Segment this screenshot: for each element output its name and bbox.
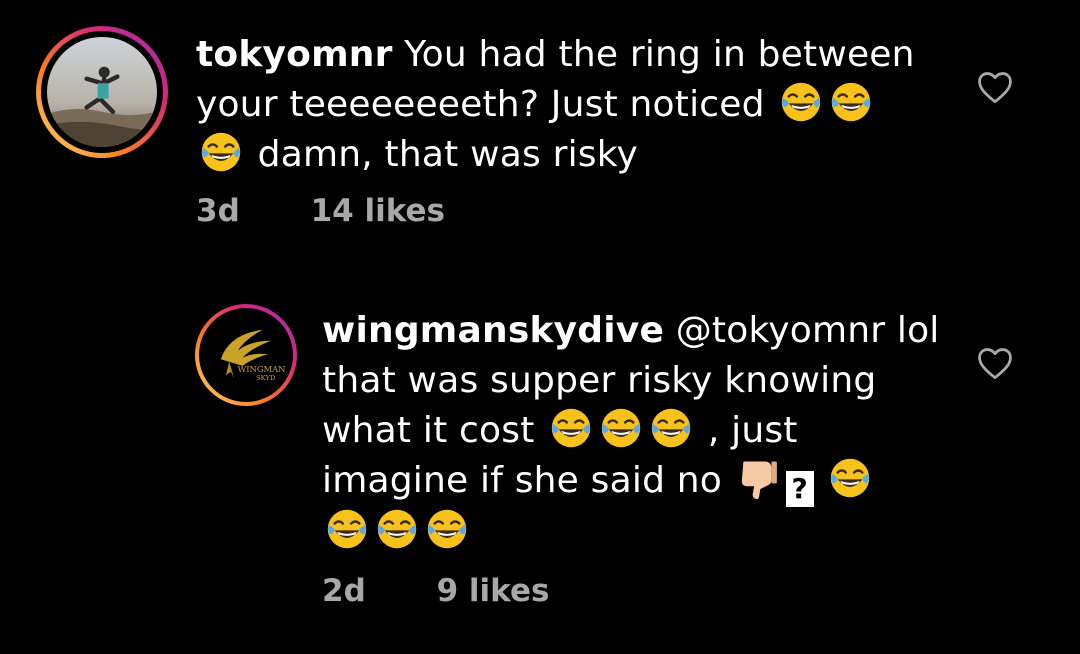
likes-count[interactable]: 14 likes bbox=[311, 193, 445, 229]
missing-glyph-box: ? bbox=[785, 471, 814, 507]
face-with-tears-of-joy-emoji bbox=[828, 456, 872, 500]
comment-meta: 3d 14 likes bbox=[196, 193, 445, 229]
avatar-logo-text-1: WINGMAN bbox=[238, 364, 286, 374]
comment-text: wingmanskydive @tokyomnr lol that was su… bbox=[322, 306, 952, 557]
avatar-border: WINGMAN SKYD bbox=[199, 308, 293, 402]
likes-count[interactable]: 9 likes bbox=[437, 573, 550, 609]
avatar bbox=[47, 37, 157, 147]
comment-wingmanskydive: WINGMAN SKYD wingmanskydive @tokyomnr lo… bbox=[0, 290, 1080, 630]
story-ring[interactable] bbox=[36, 26, 168, 158]
face-with-tears-of-joy-emoji bbox=[649, 406, 693, 450]
face-with-tears-of-joy-emoji bbox=[599, 406, 643, 450]
face-with-tears-of-joy-emoji bbox=[829, 80, 873, 124]
comment-body-part: damn, that was risky bbox=[257, 134, 639, 175]
heart-outline-icon[interactable] bbox=[976, 346, 1014, 380]
thumbs-down-emoji bbox=[737, 456, 781, 500]
face-with-tears-of-joy-emoji bbox=[375, 507, 419, 551]
heart-outline-icon[interactable] bbox=[976, 70, 1014, 104]
username[interactable]: tokyomnr bbox=[196, 34, 393, 75]
face-with-tears-of-joy-emoji bbox=[325, 507, 369, 551]
comments-thread: tokyomnr You had the ring in between you… bbox=[0, 0, 1080, 654]
username[interactable]: wingmanskydive bbox=[322, 310, 664, 351]
comment-age: 2d bbox=[322, 573, 366, 609]
face-with-tears-of-joy-emoji bbox=[199, 130, 243, 174]
comment-tokyomnr: tokyomnr You had the ring in between you… bbox=[0, 0, 1080, 260]
comment-text: tokyomnr You had the ring in between you… bbox=[196, 30, 926, 180]
comment-meta: 2d 9 likes bbox=[322, 573, 549, 609]
comment-age: 3d bbox=[196, 193, 240, 229]
avatar: WINGMAN SKYD bbox=[204, 313, 288, 397]
face-with-tears-of-joy-emoji bbox=[549, 406, 593, 450]
face-with-tears-of-joy-emoji bbox=[779, 80, 823, 124]
avatar-logo-text-2: SKYD bbox=[256, 374, 275, 382]
face-with-tears-of-joy-emoji bbox=[425, 507, 469, 551]
story-ring[interactable]: WINGMAN SKYD bbox=[195, 304, 297, 406]
avatar-border bbox=[41, 31, 163, 153]
